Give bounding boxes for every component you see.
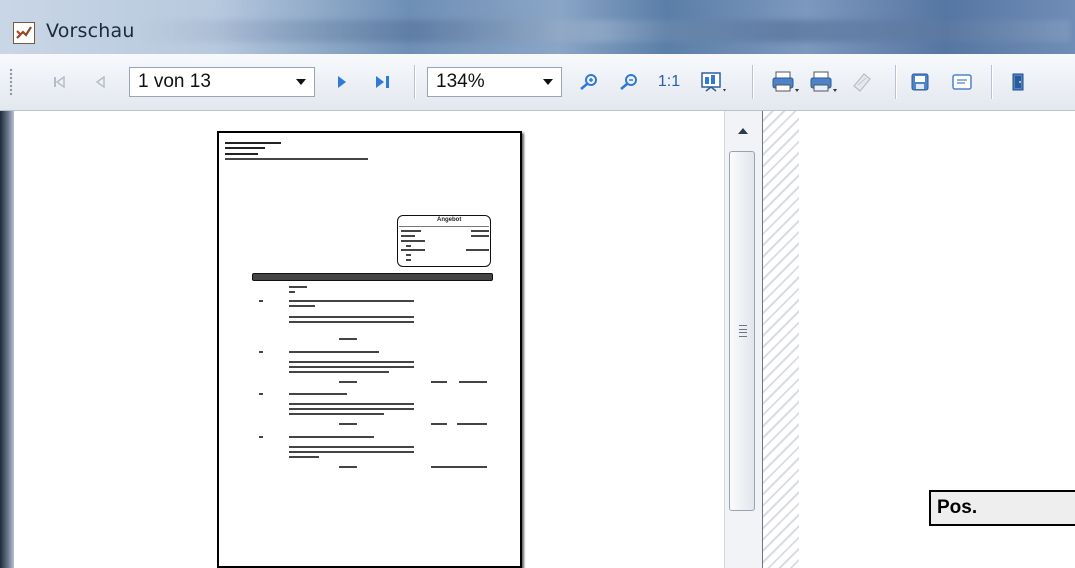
page-text-line <box>406 259 411 261</box>
page-rule <box>399 226 489 227</box>
page-text-line <box>431 466 487 468</box>
page-text-line <box>471 235 489 237</box>
export-button[interactable] <box>946 69 978 95</box>
export-icon <box>952 74 972 90</box>
zoom-in-button[interactable] <box>574 69 604 95</box>
save-icon <box>911 73 929 91</box>
grip-icon <box>739 325 747 337</box>
print-button[interactable] <box>768 69 802 95</box>
toolbar-separator <box>895 65 896 99</box>
position-column-label: Pos. <box>937 497 978 518</box>
previous-page-button[interactable] <box>88 69 112 95</box>
page-text-line <box>225 142 281 144</box>
print-icon <box>772 71 799 92</box>
page-text-line <box>289 446 414 448</box>
window-title-bar: Vorschau <box>0 0 1075 54</box>
page-text-line <box>289 316 414 318</box>
zoom-out-icon <box>620 74 637 90</box>
page-selector-value: 1 von 13 <box>138 71 211 92</box>
page-text-line <box>289 321 414 323</box>
print-setup-icon <box>810 71 837 92</box>
preview-app-icon <box>13 22 35 44</box>
first-page-button[interactable] <box>46 69 72 95</box>
page-text-line <box>289 451 414 453</box>
previous-page-icon <box>95 75 105 89</box>
actual-size-button[interactable]: 1:1 <box>654 69 684 95</box>
page-text-line <box>401 249 425 251</box>
page-text-line <box>401 235 415 237</box>
toolbar-separator <box>752 65 753 99</box>
fit-page-button[interactable] <box>694 69 732 95</box>
page-text-line <box>259 300 263 302</box>
page-text-line <box>457 423 487 425</box>
page-text-line <box>466 249 489 251</box>
page-text-line <box>225 158 368 160</box>
page-text-line <box>339 338 357 340</box>
exit-button[interactable] <box>1005 69 1031 95</box>
page-text-line <box>339 466 357 468</box>
scroll-up-icon[interactable] <box>731 119 755 143</box>
page-text-line <box>339 381 357 383</box>
page-text-line <box>406 245 411 247</box>
page-text-line <box>259 351 263 353</box>
exit-icon <box>1012 73 1024 91</box>
page-text-line <box>289 436 374 438</box>
preview-toolbar: 1 von 13 134% 1:1 <box>0 54 1075 111</box>
page-text-line <box>401 230 421 232</box>
table-header-bar <box>252 273 493 281</box>
page-text-line <box>289 408 414 410</box>
window-left-shadow <box>0 111 14 568</box>
page-text-line <box>431 381 447 383</box>
next-page-icon <box>338 76 346 88</box>
zoom-in-icon <box>580 74 597 90</box>
first-page-icon <box>54 75 65 89</box>
last-page-button[interactable] <box>369 69 397 95</box>
page-text-line <box>289 366 414 368</box>
page-text-line <box>289 291 295 293</box>
page-text-line <box>225 153 258 155</box>
document-page-thumbnail[interactable]: Angebot <box>217 131 522 568</box>
print-setup-button[interactable] <box>806 69 840 95</box>
page-text-line <box>339 423 357 425</box>
print-selection-icon <box>853 73 871 92</box>
zoom-selector-value: 134% <box>436 71 485 92</box>
page-text-line <box>289 305 315 307</box>
page-text-line <box>259 393 263 395</box>
toolbar-grip[interactable] <box>9 68 13 96</box>
chevron-down-icon[interactable] <box>535 68 561 96</box>
position-column-header: Pos. <box>929 490 1075 526</box>
page-text-line <box>401 240 425 242</box>
page-text-line <box>289 300 414 302</box>
page-selector[interactable]: 1 von 13 <box>129 67 315 97</box>
last-page-icon <box>376 76 389 88</box>
chevron-down-icon[interactable] <box>288 68 314 96</box>
offer-box-title: Angebot <box>437 217 462 223</box>
page-text-line <box>225 147 265 149</box>
scrollbar-thumb[interactable] <box>729 151 755 511</box>
page-text-line <box>259 436 263 438</box>
zoom-out-button[interactable] <box>614 69 644 95</box>
page-text-line <box>471 230 489 232</box>
page-text-line <box>406 254 411 256</box>
print-selection-button[interactable] <box>846 69 880 95</box>
toolbar-separator <box>991 65 992 99</box>
toolbar-separator <box>414 65 415 99</box>
page-text-line <box>289 456 319 458</box>
page-text-line <box>289 361 414 363</box>
page-text-line <box>459 381 487 383</box>
zoom-selector[interactable]: 134% <box>427 67 562 97</box>
page-text-line <box>431 423 447 425</box>
page-text-line <box>289 393 347 395</box>
window-title: Vorschau <box>46 20 135 42</box>
vertical-scrollbar[interactable] <box>724 111 762 568</box>
page-text-line <box>289 371 389 373</box>
page-text-line <box>289 286 307 288</box>
page-text-line <box>289 413 384 415</box>
page-text-line <box>289 403 414 405</box>
pane-splitter[interactable] <box>762 111 800 568</box>
fit-page-icon <box>701 72 726 92</box>
next-page-button[interactable] <box>330 69 354 95</box>
page-text-line <box>289 351 379 353</box>
save-button[interactable] <box>904 69 936 95</box>
